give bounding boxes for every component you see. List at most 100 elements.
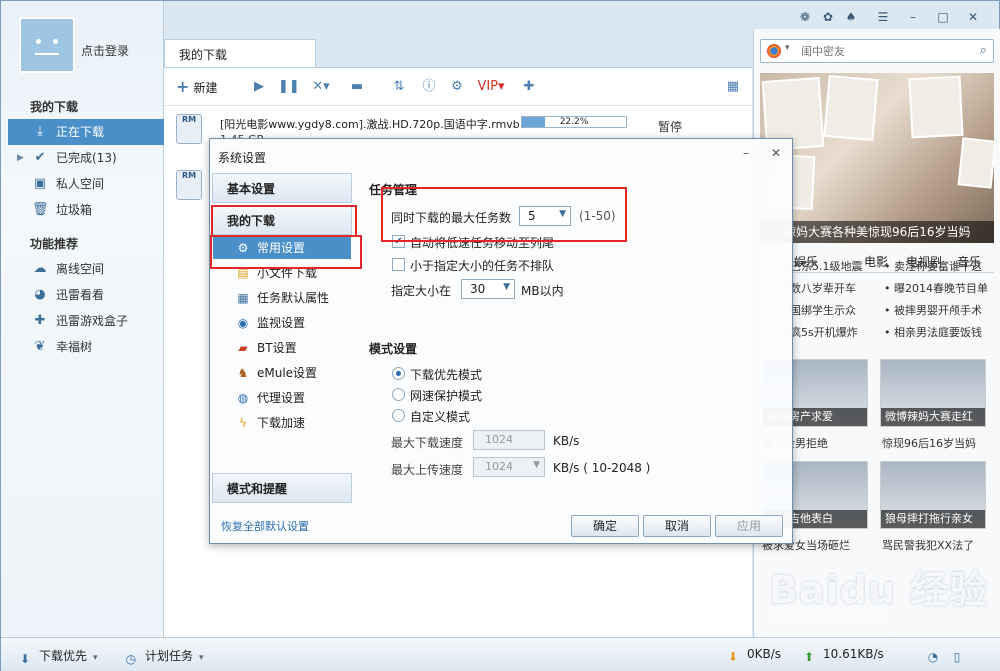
login-link[interactable]: 点击登录 <box>81 42 129 59</box>
nav-item-label: 任务默认属性 <box>257 291 330 305</box>
pause-icon[interactable]: ❚❚ <box>278 78 300 96</box>
max-upload-unit: KB/s ( 10-2048 ) <box>553 461 651 475</box>
nav-item-bt[interactable]: ▰ BT设置 <box>213 337 351 359</box>
panel-toggle-icon[interactable]: ▯ <box>949 647 971 665</box>
dropdown-arrow-icon[interactable]: ▾ <box>785 43 790 53</box>
sidebar-item-completed[interactable]: ▶ ✔ 已完成(13) <box>8 145 164 171</box>
nav-item-label: 监视设置 <box>257 316 306 330</box>
sidebar-item-private[interactable]: ▣ 私人空间 <box>8 171 164 197</box>
avatar[interactable] <box>19 17 75 73</box>
task-status: 暂停 <box>658 120 683 134</box>
dialog-minimize-icon[interactable]: – <box>738 145 754 161</box>
settings-gear-icon[interactable]: ⚙ <box>448 78 466 96</box>
sidebar-item-kankan[interactable]: ◕ 迅雷看看 <box>8 282 164 308</box>
skin-icon[interactable]: ❁ <box>797 9 813 25</box>
thumbnail-caption: 微博辣妈大赛走红 <box>881 408 985 426</box>
max-upload-label: 最大上传速度 <box>391 463 464 477</box>
nav-basic-settings[interactable]: 基本设置 <box>212 173 352 203</box>
sidebar-item-happytree[interactable]: ❦ 幸福树 <box>8 334 164 360</box>
photo <box>908 75 964 139</box>
nav-item-accelerate[interactable]: ϟ 下载加速 <box>213 412 351 434</box>
leaf-icon: ❦ <box>34 339 46 354</box>
radio-custom[interactable] <box>392 409 405 422</box>
close-icon[interactable]: ✕ <box>965 9 981 25</box>
tab-my-downloads[interactable]: 我的下载 <box>164 39 316 67</box>
monitor-icon: ◉ <box>237 316 249 330</box>
sort-icon[interactable]: ⇅ <box>390 78 408 96</box>
new-task-label: 新建 <box>193 81 218 95</box>
delete-icon[interactable]: ✕▾ <box>306 78 336 96</box>
expand-arrow-icon[interactable]: ▶ <box>17 145 24 171</box>
chevron-down-icon: ▾ <box>199 653 204 663</box>
news-item[interactable]: • 相亲男法庭要饭钱 <box>884 324 982 340</box>
news-item[interactable]: • 卖淫称要富谁干这 <box>884 258 982 274</box>
thumbnail[interactable]: 狼母摔打拖行亲女 <box>880 461 986 529</box>
properties-icon: ▦ <box>237 291 249 305</box>
nav-item-label: eMule设置 <box>257 366 318 380</box>
minimize-icon[interactable]: – <box>905 9 921 25</box>
file-type-badge: RM <box>181 115 197 124</box>
radio-network-protect[interactable] <box>392 388 405 401</box>
max-upload-input[interactable]: 1024 ▼ <box>473 457 545 477</box>
thumbnail-subtitle[interactable]: 骂民警我犯XX法了 <box>882 537 974 553</box>
download-mode-button[interactable]: ⬇ 下载优先 ▾ <box>17 647 98 667</box>
file-type-badge: RM <box>181 171 197 180</box>
search-icon[interactable]: ⌕ <box>980 43 987 58</box>
sidebar-item-label: 已完成(13) <box>56 151 117 165</box>
nav-item-emule[interactable]: ♞ eMule设置 <box>213 362 351 384</box>
schedule-button[interactable]: ◷ 计划任务 ▾ <box>123 647 204 667</box>
ok-button[interactable]: 确定 <box>571 515 639 537</box>
section-features: 功能推荐 <box>30 237 79 251</box>
size-select[interactable]: 30 ▼ <box>461 279 515 299</box>
shirt-icon[interactable]: ✿ <box>820 9 836 25</box>
new-task-button[interactable]: + 新建 <box>176 78 236 96</box>
xunlei-window: ❁ ✿ ♠ ☰ – □ ✕ 点击登录 我的下载 ⤓ 正在下载 ▶ ✔ 已完成(1… <box>0 0 1000 671</box>
emule-icon: ♞ <box>237 366 249 380</box>
search-box[interactable]: ▾ ⌕ <box>760 39 994 63</box>
banner-image[interactable]: 辣妈大赛各种美惊现96后16岁当妈 <box>760 73 994 243</box>
info-icon[interactable]: ⓘ <box>420 78 438 96</box>
tshirt-icon[interactable]: ♠ <box>843 9 859 25</box>
news-item[interactable]: 国绑学生示众 <box>790 302 856 318</box>
settings-dialog: 系统设置 – ✕ 基本设置 我的下载 ⚙ 常用设置 ▤ 小文件下载 ▦ 任务默认属性 … <box>209 138 793 544</box>
start-icon[interactable]: ▶ <box>250 78 268 96</box>
radio-label: 网速保护模式 <box>410 389 483 403</box>
grid-view-icon[interactable]: ▦ <box>724 78 742 96</box>
size-value: 30 <box>470 282 486 296</box>
max-download-input[interactable]: 1024 <box>473 430 545 450</box>
trash-icon: 🗑 <box>32 202 49 217</box>
nav-item-task-props[interactable]: ▦ 任务默认属性 <box>213 287 351 309</box>
nav-item-label: BT设置 <box>257 341 297 355</box>
browser-icon <box>767 44 781 58</box>
speed-icon[interactable]: ◔ <box>925 647 947 665</box>
vip-icon[interactable]: VIP▾ <box>474 78 508 96</box>
cancel-button[interactable]: 取消 <box>643 515 711 537</box>
sidebar-item-trash[interactable]: 🗑 垃圾箱 <box>8 197 164 223</box>
news-item[interactable]: • 被摔男婴开颅手术 <box>884 302 982 318</box>
thumbnail[interactable]: 微博辣妈大赛走红 <box>880 359 986 427</box>
download-speed-value: 0KB/s <box>747 647 782 661</box>
sidebar-item-gamebox[interactable]: ✚ 迅雷游戏盒子 <box>8 308 164 334</box>
clock-icon: ◷ <box>125 652 137 666</box>
nav-item-proxy[interactable]: ◍ 代理设置 <box>213 387 351 409</box>
radio-download-priority[interactable] <box>392 367 405 380</box>
thumbnail-subtitle[interactable]: 惊现96后16岁当妈 <box>882 435 976 451</box>
small-task-checkbox[interactable] <box>392 258 405 271</box>
menu-icon[interactable]: ☰ <box>875 9 891 25</box>
nav-item-monitor[interactable]: ◉ 监视设置 <box>213 312 351 334</box>
apply-button[interactable]: 应用 <box>715 515 783 537</box>
folder-icon[interactable]: ▬ <box>348 78 366 96</box>
news-item[interactable]: 数八岁辈开车 <box>790 280 856 296</box>
game-icon[interactable]: ✚ <box>518 78 540 96</box>
sidebar-item-offline[interactable]: ☁ 离线空间 <box>8 256 164 282</box>
news-item[interactable]: • 曝2014春晚节目单 <box>884 280 988 296</box>
maximize-icon[interactable]: □ <box>935 9 951 25</box>
search-input[interactable] <box>801 43 961 59</box>
sidebar-item-label: 私人空间 <box>56 177 105 191</box>
restore-defaults-link[interactable]: 恢复全部默认设置 <box>221 518 309 534</box>
dialog-close-icon[interactable]: ✕ <box>768 145 784 161</box>
news-item[interactable]: 疯5s开机爆炸 <box>790 324 858 340</box>
sidebar-item-downloading[interactable]: ⤓ 正在下载 <box>8 119 164 145</box>
news-item[interactable]: 巴东5.1级地震 <box>790 258 863 274</box>
nav-mode-reminder[interactable]: 模式和提醒 <box>212 473 352 503</box>
